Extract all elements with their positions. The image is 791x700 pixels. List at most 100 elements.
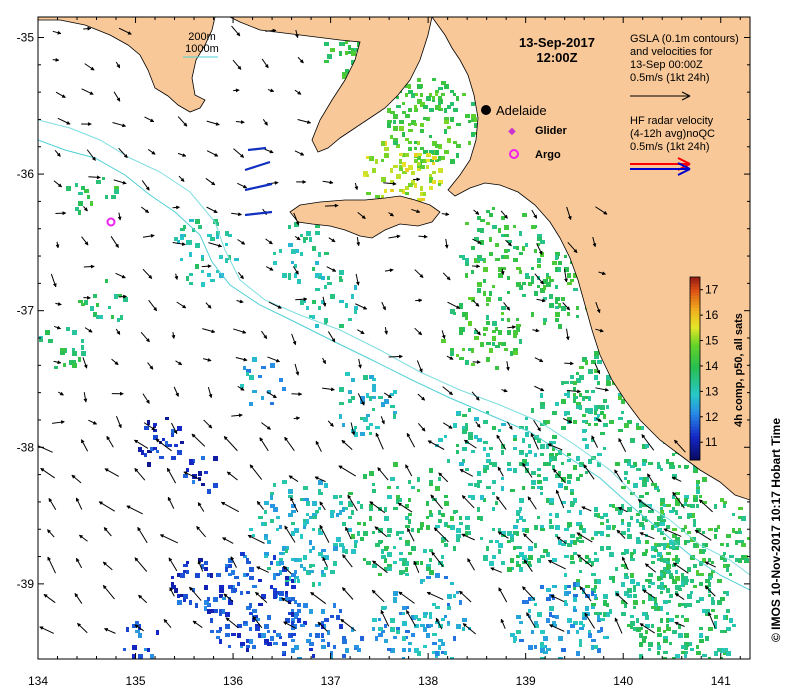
sst-pixel (267, 615, 271, 620)
sst-pixel (579, 525, 583, 530)
sst-pixel (354, 426, 357, 429)
sst-pixel (276, 528, 279, 531)
sst-pixel (696, 480, 700, 484)
sst-pixel (339, 414, 342, 419)
sst-pixel (645, 579, 650, 582)
sst-pixel (630, 621, 635, 626)
sst-pixel (585, 585, 590, 588)
sst-pixel (402, 648, 406, 652)
sst-pixel (723, 501, 727, 504)
colorbar-segment (690, 392, 700, 397)
sst-pixel (435, 606, 440, 609)
sst-pixel (546, 282, 551, 287)
colorbar-segment (690, 371, 700, 376)
sst-pixel (699, 633, 703, 638)
sst-pixel (414, 615, 418, 619)
sst-pixel (63, 363, 66, 367)
sst-pixel (573, 594, 578, 597)
sst-pixel (264, 522, 267, 526)
sst-pixel (480, 228, 484, 233)
sst-pixel (543, 285, 546, 290)
sst-pixel (246, 372, 249, 376)
sst-pixel (699, 639, 704, 643)
sst-pixel (138, 633, 142, 638)
sst-pixel (477, 282, 482, 287)
sst-pixel (264, 555, 268, 558)
sst-pixel (525, 243, 528, 247)
sst-pixel (465, 258, 469, 263)
sst-pixel (486, 465, 489, 470)
sst-pixel (699, 597, 704, 601)
colorbar-segment (690, 280, 700, 284)
sst-pixel (498, 342, 503, 345)
sst-pixel (714, 534, 717, 539)
sst-pixel (585, 360, 588, 365)
sst-pixel (519, 552, 524, 557)
sst-pixel (681, 615, 684, 618)
colorbar-segment (690, 301, 700, 305)
sst-pixel (456, 528, 461, 533)
sst-pixel (300, 234, 303, 237)
sst-pixel (288, 513, 293, 517)
sst-pixel (426, 153, 431, 156)
sst-pixel (408, 648, 411, 652)
sst-pixel (660, 498, 665, 502)
sst-pixel (297, 579, 300, 583)
sst-pixel (291, 522, 295, 525)
sst-pixel (324, 618, 329, 622)
sst-pixel (324, 285, 327, 289)
sst-pixel (561, 462, 564, 465)
sst-pixel (546, 273, 549, 277)
sst-pixel (387, 108, 391, 113)
sst-pixel (429, 186, 433, 190)
sst-pixel (258, 375, 262, 378)
sst-pixel (369, 471, 374, 476)
sst-pixel (420, 186, 423, 191)
sst-pixel (342, 522, 346, 526)
sst-pixel (312, 267, 315, 271)
sst-pixel (492, 342, 495, 346)
sst-pixel (438, 519, 442, 523)
sst-pixel (456, 144, 461, 148)
sst-pixel (450, 159, 455, 164)
sst-pixel (648, 573, 653, 577)
sst-pixel (432, 156, 437, 160)
sst-pixel (516, 546, 519, 549)
sst-pixel (513, 330, 518, 335)
sst-pixel (444, 120, 449, 124)
sst-pixel (249, 375, 254, 380)
sst-pixel (549, 294, 553, 299)
sst-pixel (297, 279, 301, 284)
sst-pixel (288, 489, 293, 494)
sst-pixel (537, 468, 541, 471)
hf-legend-line3: 0.5m/s (1kt 24h) (630, 141, 709, 153)
sst-pixel (237, 582, 240, 586)
sst-pixel (384, 399, 389, 404)
sst-pixel (666, 669, 670, 673)
sst-pixel (195, 219, 200, 224)
sst-pixel (429, 108, 434, 112)
sst-pixel (405, 567, 408, 572)
sst-pixel (693, 543, 696, 548)
sst-pixel (438, 477, 441, 481)
sst-pixel (330, 294, 335, 299)
sst-pixel (465, 423, 468, 428)
sst-pixel (54, 366, 58, 369)
sst-pixel (564, 555, 569, 558)
sst-pixel (489, 252, 493, 256)
sst-pixel (468, 408, 471, 412)
sst-pixel (660, 591, 663, 594)
sst-pixel (264, 510, 267, 514)
sst-pixel (420, 147, 424, 150)
colorbar-tick-label: 17 (705, 283, 719, 297)
sst-pixel (393, 126, 398, 131)
sst-pixel (537, 612, 542, 617)
sst-pixel (204, 471, 208, 474)
sst-pixel (417, 489, 420, 492)
sst-pixel (189, 240, 192, 245)
sst-pixel (171, 576, 174, 579)
sst-pixel (297, 663, 300, 667)
sst-pixel (312, 546, 315, 550)
sst-pixel (564, 411, 567, 416)
sst-pixel (354, 543, 357, 548)
